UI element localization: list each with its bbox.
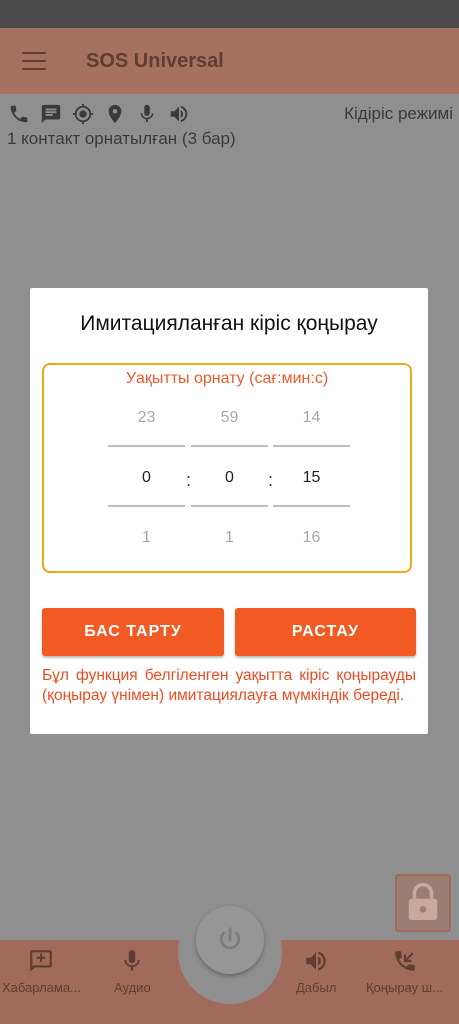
gps-target-icon <box>72 103 94 125</box>
minutes-current[interactable]: 0 <box>191 469 268 487</box>
mode-text: Кідіріс режимі <box>344 104 453 123</box>
microphone-icon <box>136 103 158 125</box>
cancel-button[interactable]: БАС ТАРТУ <box>42 608 224 656</box>
dialog-title: Имитацияланған кіріс қоңырау <box>80 312 378 335</box>
power-icon <box>219 927 241 950</box>
confirm-button[interactable]: РАСТАУ <box>235 608 416 656</box>
nav-audio[interactable]: Аудио <box>114 948 151 995</box>
hours-divider-bottom <box>108 505 185 507</box>
seconds-divider-bottom <box>273 505 350 507</box>
seconds-divider-top <box>273 445 350 447</box>
hours-prev[interactable]: 23 <box>108 409 185 427</box>
seconds-prev[interactable]: 14 <box>273 409 350 427</box>
app-bar: SOS Universal <box>0 28 459 94</box>
location-pin-icon <box>104 103 126 125</box>
lock-icon <box>408 883 438 920</box>
minutes-next[interactable]: 1 <box>191 529 268 547</box>
power-button[interactable] <box>196 906 264 974</box>
status-bar <box>0 0 459 28</box>
speaker-icon <box>168 103 190 125</box>
nav-messages[interactable]: Хабарлама... <box>2 948 81 995</box>
microphone-icon <box>124 950 140 971</box>
hamburger-menu-icon[interactable] <box>22 52 46 70</box>
nav-fake-call-label: Қоңырау ш... <box>366 980 444 995</box>
dialog-info-text: Бұл функция белгіленген уақытта кіріс қо… <box>42 667 416 704</box>
minutes-divider-top <box>191 445 268 447</box>
seconds-current[interactable]: 15 <box>273 469 350 487</box>
nav-audio-label: Аудио <box>114 980 151 995</box>
hours-wheel[interactable]: 23 0 1 <box>108 365 185 571</box>
status-toolbar: Кідіріс режимі <box>8 100 453 128</box>
nav-fake-call[interactable]: Қоңырау ш... <box>366 948 443 995</box>
message-icon <box>40 103 62 125</box>
speaker-icon <box>306 951 326 971</box>
minutes-divider-bottom <box>191 505 268 507</box>
hours-current[interactable]: 0 <box>108 469 185 487</box>
seconds-next[interactable]: 16 <box>273 529 350 547</box>
nav-alarm-label: Дабыл <box>296 980 337 995</box>
app-title: SOS Universal <box>86 49 224 72</box>
phone-icon <box>8 103 30 125</box>
hours-divider-top <box>108 445 185 447</box>
hours-next[interactable]: 1 <box>108 529 185 547</box>
incoming-call-icon <box>394 951 415 971</box>
minutes-wheel[interactable]: 59 0 1 <box>191 365 268 571</box>
seconds-wheel[interactable]: 14 15 16 <box>273 365 350 571</box>
nav-alarm[interactable]: Дабыл <box>296 948 336 995</box>
nav-messages-label: Хабарлама... <box>2 980 81 995</box>
minutes-prev[interactable]: 59 <box>191 409 268 427</box>
fake-call-dialog: Имитацияланған кіріс қоңырау Уақытты орн… <box>30 288 428 734</box>
contacts-status: 1 контакт орнатылған (3 бар) <box>7 129 236 148</box>
time-picker: Уақытты орнату (сағ:мин:с) 23 0 1 : 59 0… <box>42 363 412 573</box>
lock-button[interactable] <box>395 874 451 932</box>
add-message-icon <box>30 950 53 972</box>
